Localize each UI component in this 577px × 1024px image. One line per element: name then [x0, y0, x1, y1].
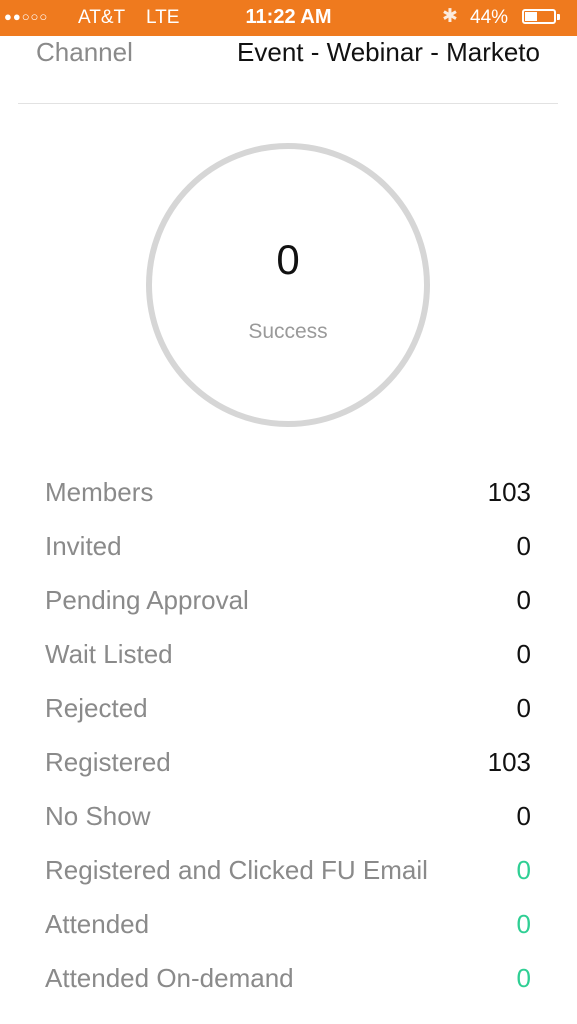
battery-fill [525, 12, 537, 21]
stat-label: No Show [45, 801, 151, 831]
stat-label: Attended [45, 909, 150, 939]
stat-row: Wait Listed 0 [0, 627, 577, 681]
divider [18, 103, 558, 104]
battery-icon [522, 9, 556, 24]
stat-row: Members 103 [0, 465, 577, 519]
stat-value: 0 [516, 585, 531, 615]
stat-value: 0 [516, 531, 531, 561]
stat-row: Attended 0 [0, 897, 577, 951]
battery-tip [557, 14, 560, 20]
stat-label: Wait Listed [45, 639, 173, 669]
success-ring [146, 143, 430, 427]
stat-value: 0 [516, 909, 531, 939]
stat-row: Rejected 0 [0, 681, 577, 735]
success-count: 0 [276, 236, 300, 283]
stat-value: 103 [487, 747, 531, 777]
channel-value: Event - Webinar - Marketo [237, 37, 540, 67]
stat-value: 0 [516, 963, 531, 993]
channel-label: Channel [36, 37, 133, 67]
stat-row: Attended On-demand 0 [0, 951, 577, 1005]
stat-label: Pending Approval [45, 585, 249, 615]
battery-percent: 44% [470, 7, 509, 28]
stat-label: Attended On-demand [45, 963, 294, 993]
status-bar: ●●○○○ AT&T LTE 11:22 AM ✱ 44% [0, 0, 577, 36]
stat-label: Invited [45, 531, 122, 561]
channel-row: Channel Event - Webinar - Marketo [0, 36, 577, 76]
stat-row: Invited 0 [0, 519, 577, 573]
stat-value: 103 [487, 477, 531, 507]
stat-row: Registered and Clicked FU Email 0 [0, 843, 577, 897]
success-label: Success [248, 320, 328, 343]
stat-row: No Show 0 [0, 789, 577, 843]
stat-value: 0 [516, 801, 531, 831]
stat-label: Registered and Clicked FU Email [45, 855, 428, 885]
stat-label: Members [45, 477, 154, 507]
stat-value: 0 [516, 855, 531, 885]
stat-row: Registered 103 [0, 735, 577, 789]
stat-label: Registered [45, 747, 171, 777]
stat-label: Rejected [45, 693, 148, 723]
stats-list: Members 103 Invited 0 Pending Approval 0 Wait … [0, 465, 577, 1005]
stat-value: 0 [516, 639, 531, 669]
stat-value: 0 [516, 693, 531, 723]
stat-row: Pending Approval 0 [0, 573, 577, 627]
bluetooth-icon: ✱ [442, 6, 458, 27]
